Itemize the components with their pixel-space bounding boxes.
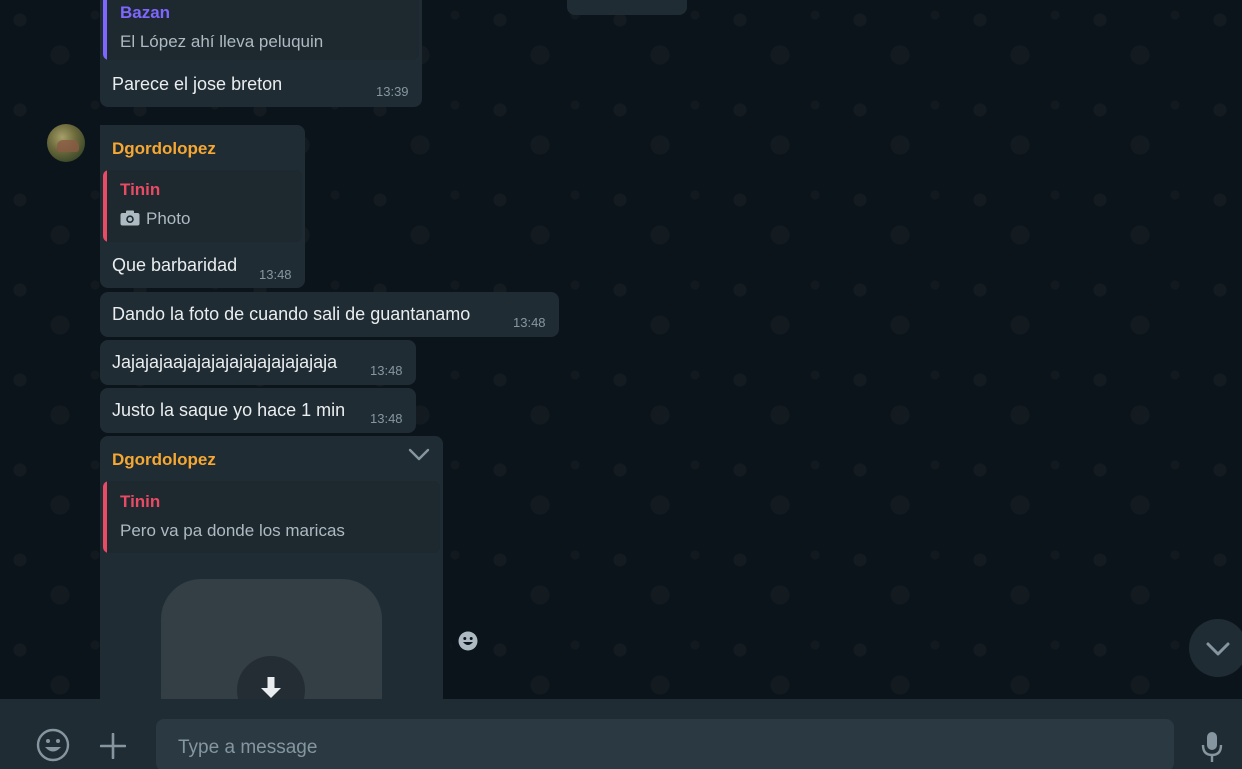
image-placeholder[interactable] — [161, 579, 382, 699]
camera-icon — [120, 210, 140, 231]
sender-name[interactable]: Dgordolopez — [112, 139, 216, 159]
quoted-message[interactable]: Tinin Photo — [103, 170, 302, 242]
quote-text: Photo — [146, 209, 191, 228]
download-icon — [259, 676, 283, 699]
message-text: Parece el jose breton — [112, 74, 283, 94]
sender-avatar[interactable] — [47, 124, 85, 162]
quote-bar — [103, 481, 107, 553]
message-bubble[interactable]: Jajajajaajajajajajajajajajajaja 13:48 — [100, 340, 416, 385]
scroll-down-button[interactable] — [1189, 619, 1242, 677]
message-time: 13:39 — [376, 84, 409, 99]
message-text: Dando la foto de cuando sali de guantana… — [112, 304, 471, 324]
quote-author: Tinin — [120, 492, 161, 511]
chevron-down-icon — [1205, 641, 1231, 662]
message-input[interactable] — [156, 719, 1174, 769]
emoji-icon[interactable] — [36, 728, 70, 767]
composer-bar — [0, 699, 1242, 769]
quote-author: Bazan — [120, 3, 171, 22]
quote-text: El López ahí lleva peluquin — [120, 32, 324, 51]
quote-text: Pero va pa donde los maricas — [120, 521, 345, 540]
download-button[interactable] — [237, 656, 305, 699]
message-text: Jajajajaajajajajajajajajajajaja — [112, 352, 338, 372]
chevron-down-icon[interactable] — [408, 448, 430, 467]
message-bubble[interactable]: Bazan El López ahí lleva peluquin Parece… — [100, 0, 422, 107]
smiley-icon — [458, 631, 478, 656]
partial-message[interactable] — [567, 0, 687, 15]
quote-bar — [103, 0, 107, 60]
quoted-message[interactable]: Tinin Pero va pa donde los maricas — [103, 481, 440, 553]
reaction-button[interactable] — [451, 624, 485, 658]
microphone-icon[interactable] — [1201, 731, 1223, 768]
chat-area: Bazan El López ahí lleva peluquin Parece… — [0, 0, 1242, 699]
message-bubble[interactable]: Justo la saque yo hace 1 min 13:48 — [100, 388, 416, 433]
message-input-container[interactable] — [156, 719, 1174, 769]
message-text: Que barbaridad — [112, 255, 238, 275]
message-bubble[interactable]: Dando la foto de cuando sali de guantana… — [100, 292, 559, 337]
quoted-message[interactable]: Bazan El López ahí lleva peluquin — [103, 0, 419, 60]
message-text: Justo la saque yo hace 1 min — [112, 400, 346, 420]
message-bubble[interactable]: Dgordolopez Tinin Photo Que barbaridad 1… — [100, 125, 305, 288]
quote-author: Tinin — [120, 180, 161, 199]
sender-name[interactable]: Dgordolopez — [112, 450, 216, 470]
quote-bar — [103, 170, 107, 242]
message-time: 13:48 — [370, 363, 403, 378]
message-time: 13:48 — [259, 267, 292, 282]
message-bubble[interactable]: Dgordolopez Tinin Pero va pa donde los m… — [100, 436, 443, 699]
message-time: 13:48 — [370, 411, 403, 426]
message-time: 13:48 — [513, 315, 546, 330]
plus-icon[interactable] — [99, 732, 127, 764]
